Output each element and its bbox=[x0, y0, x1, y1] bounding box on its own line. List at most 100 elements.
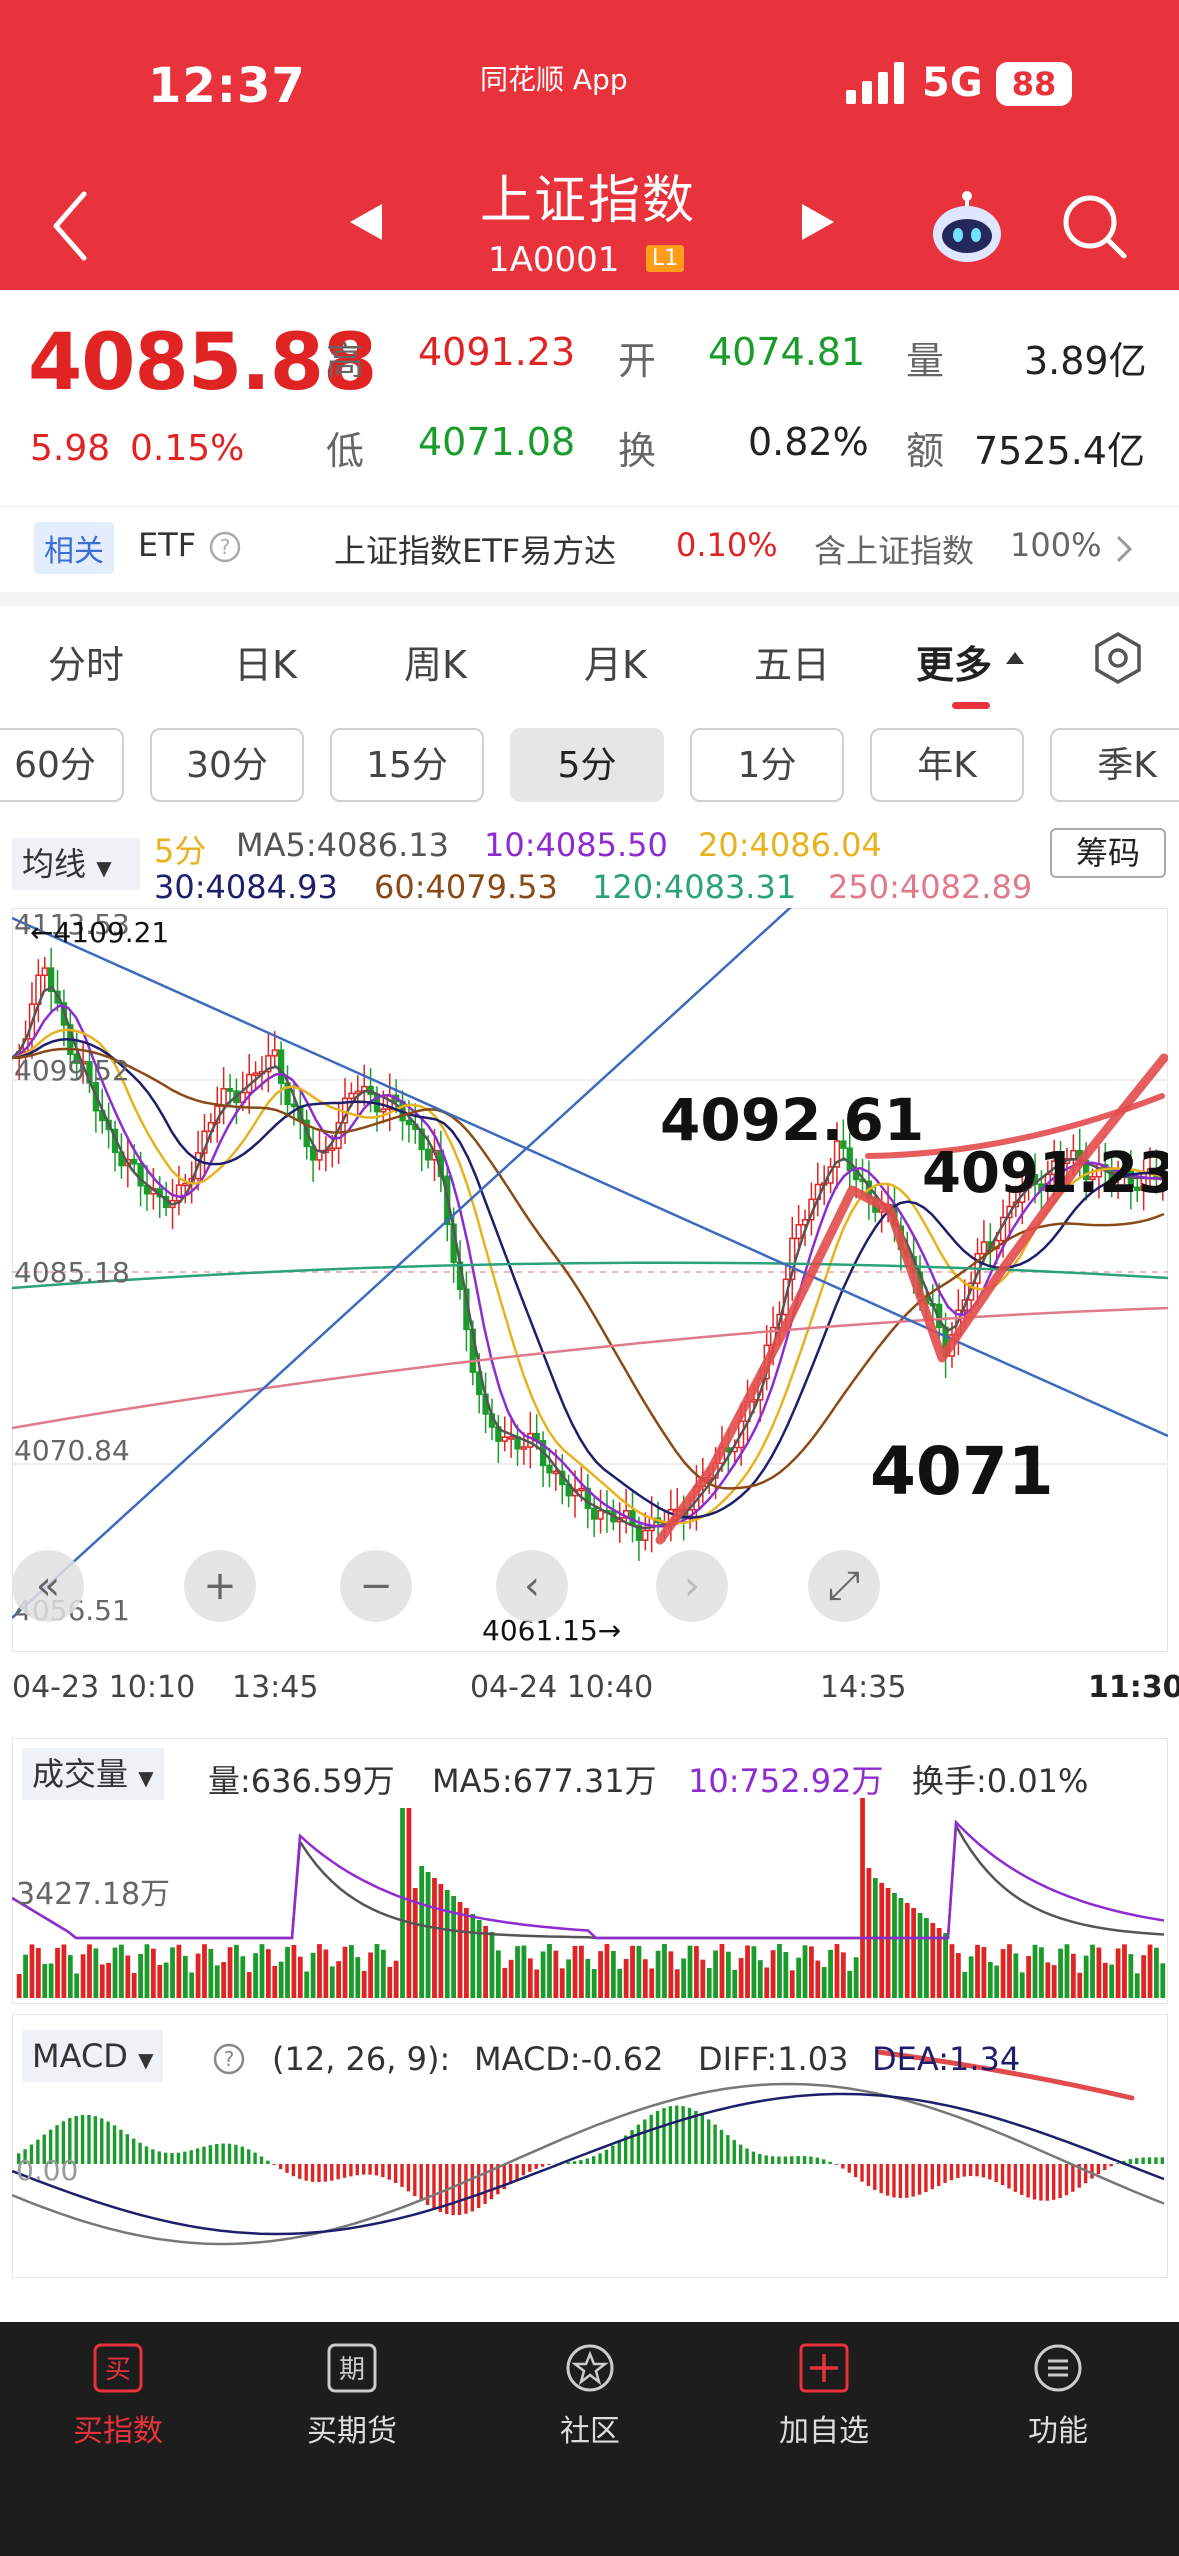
tab-daily-k[interactable]: 日K bbox=[234, 634, 297, 689]
volume-bar bbox=[1096, 1947, 1102, 1998]
pill-15min[interactable]: 15分 bbox=[330, 728, 484, 802]
macd-bar bbox=[860, 2164, 864, 2182]
volume-bar bbox=[387, 1966, 393, 1998]
volume-bar bbox=[713, 1950, 718, 1998]
volume-ma5: MA5:677.31万 bbox=[432, 1762, 657, 1800]
chips-button[interactable]: 筹码 bbox=[1050, 828, 1166, 878]
tab-intraday[interactable]: 分时 bbox=[48, 634, 124, 689]
volume-bar bbox=[355, 1957, 361, 1998]
macd-bar bbox=[317, 2164, 321, 2183]
volume-bar bbox=[1032, 1944, 1038, 1998]
volume-bar bbox=[1141, 1955, 1147, 1998]
ma-period: 5分 bbox=[154, 832, 207, 870]
macd-bar bbox=[604, 2149, 609, 2164]
macd-bar bbox=[1128, 2159, 1133, 2164]
previous-stock-icon[interactable] bbox=[348, 202, 384, 242]
macd-bar bbox=[892, 2164, 896, 2198]
candle-body bbox=[131, 1158, 138, 1165]
volume-bar bbox=[1070, 1953, 1076, 1998]
tab-monthly-k[interactable]: 月K bbox=[584, 634, 647, 689]
zoom-in-button[interactable]: + bbox=[184, 1550, 256, 1622]
volume-bar bbox=[706, 1967, 712, 1998]
volume-bar bbox=[1045, 1962, 1051, 1998]
annotation-peak-right: 4091.23 bbox=[922, 1141, 1168, 1206]
volume-bar bbox=[163, 1962, 169, 1998]
pill-30min[interactable]: 30分 bbox=[150, 728, 304, 802]
scroll-left-fast-button[interactable]: « bbox=[12, 1550, 84, 1622]
candle-body bbox=[642, 1529, 649, 1541]
macd-selector[interactable]: MACD ▼ bbox=[22, 2030, 164, 2082]
macd-bar bbox=[234, 2144, 238, 2164]
search-icon[interactable] bbox=[1060, 192, 1130, 262]
volume-selector[interactable]: 成交量 ▼ bbox=[22, 1748, 164, 1800]
volume-bar bbox=[1026, 1955, 1032, 1998]
nav-buy-futures[interactable]: 期 买期货 bbox=[262, 2342, 442, 2450]
macd-bar bbox=[253, 2152, 257, 2164]
volume-bar bbox=[489, 1932, 495, 1998]
macd-bar bbox=[1154, 2157, 1158, 2164]
macd-bar bbox=[937, 2164, 941, 2186]
nav-functions[interactable]: 功能 bbox=[968, 2342, 1148, 2450]
macd-bar bbox=[323, 2164, 328, 2182]
volume-bar bbox=[681, 1958, 687, 1998]
volume-bar bbox=[751, 1946, 757, 1998]
chevron-right-icon[interactable] bbox=[1114, 534, 1134, 564]
active-tab-indicator bbox=[952, 702, 990, 709]
macd-bar bbox=[911, 2164, 915, 2197]
volume-bar bbox=[67, 1955, 73, 1998]
volume-bar bbox=[42, 1963, 48, 1998]
ma-selector[interactable]: 均线 ▼ bbox=[12, 838, 140, 890]
volume-bar bbox=[534, 1969, 540, 1998]
assistant-robot-icon[interactable] bbox=[928, 188, 1006, 266]
scroll-right-button[interactable]: › bbox=[656, 1550, 728, 1622]
pill-yearly-k[interactable]: 年K bbox=[870, 728, 1024, 802]
settings-hexagon-icon[interactable] bbox=[1090, 630, 1146, 686]
volume-bar bbox=[994, 1965, 1000, 1998]
zoom-out-button[interactable]: − bbox=[340, 1550, 412, 1622]
macd-bar bbox=[585, 2158, 589, 2164]
macd-bar bbox=[1135, 2158, 1139, 2164]
ma30-value: 30:4084.93 bbox=[154, 868, 338, 906]
macd-bar bbox=[170, 2153, 174, 2164]
related-badge: 相关 bbox=[34, 522, 114, 574]
fullscreen-button[interactable]: ⤢ bbox=[808, 1550, 880, 1622]
macd-bar bbox=[304, 2164, 308, 2181]
time-label: 04-23 10:10 bbox=[12, 1670, 196, 1705]
macd-bar bbox=[885, 2164, 890, 2196]
tab-more[interactable]: 更多 bbox=[916, 634, 992, 689]
volume-bar bbox=[368, 1952, 373, 1998]
tab-five-day[interactable]: 五日 bbox=[754, 634, 830, 689]
volume-bar bbox=[240, 1956, 246, 1998]
scroll-left-button[interactable]: ‹ bbox=[496, 1550, 568, 1622]
nav-community[interactable]: 社区 bbox=[500, 2342, 680, 2450]
volume-bar bbox=[272, 1965, 278, 1998]
time-axis: 04-23 10:10 13:45 04-24 10:40 14:35 11:3… bbox=[0, 1660, 1179, 1710]
pill-quarterly-k[interactable]: 季K bbox=[1050, 728, 1179, 802]
candle-body bbox=[507, 1436, 515, 1440]
nav-buy-index[interactable]: 买 买指数 bbox=[28, 2342, 208, 2450]
help-icon[interactable]: ? bbox=[208, 530, 242, 564]
macd-bar bbox=[675, 2105, 679, 2164]
candle-body bbox=[578, 1487, 585, 1492]
candlestick-chart[interactable]: 4113.53 4099.52 4085.18 4070.84 4056.51 … bbox=[12, 908, 1168, 1652]
macd-bar bbox=[336, 2164, 340, 2180]
tab-weekly-k[interactable]: 周K bbox=[404, 634, 467, 689]
volume-bar bbox=[195, 1953, 201, 1998]
macd-bar bbox=[189, 2150, 193, 2164]
back-icon[interactable] bbox=[50, 190, 90, 262]
header-bar: 12:37 同花顺 App 5G 88 上证指数 1A0001 L1 bbox=[0, 0, 1179, 290]
nav-add-watchlist[interactable]: 加自选 bbox=[734, 2342, 914, 2450]
macd-selector-label: MACD bbox=[32, 2037, 128, 2075]
volume-bar bbox=[1000, 1948, 1006, 1998]
macd-help-icon[interactable]: ? bbox=[212, 2042, 246, 2076]
volume-bar bbox=[285, 1946, 290, 1998]
etf-fund-name[interactable]: 上证指数ETF易方达 bbox=[334, 526, 616, 572]
next-stock-icon[interactable] bbox=[800, 202, 836, 242]
pill-1min[interactable]: 1分 bbox=[690, 728, 844, 802]
macd-bar bbox=[770, 2156, 775, 2164]
volume-bar bbox=[662, 1944, 667, 1998]
pill-60min[interactable]: 60分 bbox=[0, 728, 124, 802]
pill-5min[interactable]: 5分 bbox=[510, 728, 664, 802]
macd-bar bbox=[579, 2160, 583, 2164]
volume-bar bbox=[265, 1949, 271, 1998]
